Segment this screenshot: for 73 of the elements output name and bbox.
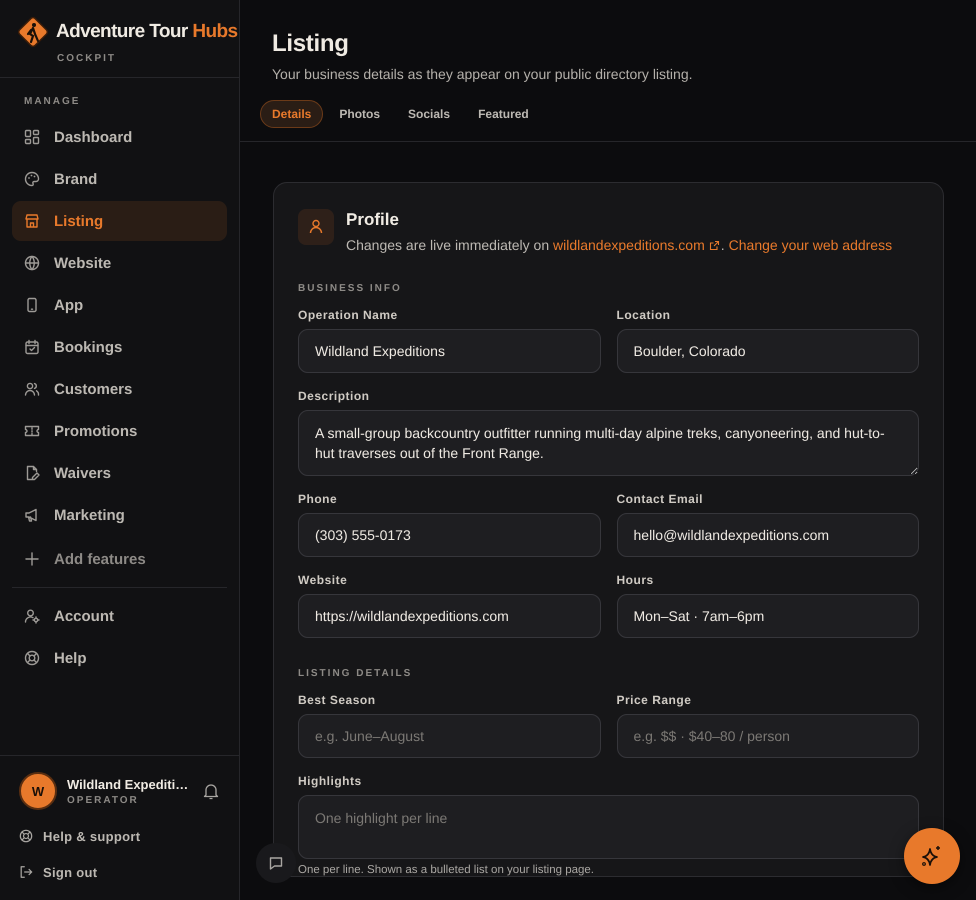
lifebuoy-icon xyxy=(19,829,33,843)
field-label: Phone xyxy=(298,492,338,506)
ticket-icon xyxy=(24,423,40,439)
field-label: Price Range xyxy=(616,693,692,707)
field-hint: One per line. Shown as a bulleted list on your listing page. xyxy=(298,864,595,876)
sidebar-item[interactable]: Website xyxy=(12,243,227,283)
card-note: Changes are live immediately on xyxy=(346,237,550,253)
field-label: Best Season xyxy=(298,693,377,707)
people-icon xyxy=(24,381,40,397)
text-area[interactable]: One highlight per line xyxy=(298,795,919,859)
brand-subtitle: COCKPIT xyxy=(57,53,117,64)
field-label: Highlights xyxy=(298,774,363,788)
user-role: OPERATOR xyxy=(67,794,140,806)
sidebar-item[interactable]: Marketing xyxy=(12,495,227,535)
tab[interactable]: Details xyxy=(260,100,324,128)
input-field[interactable]: e.g. $$ · $40–80 / person xyxy=(616,714,919,758)
sidebar-item[interactable]: Listing xyxy=(12,201,227,241)
speech-bubble-icon xyxy=(268,855,284,871)
plus-icon xyxy=(24,551,40,567)
sidebar-item[interactable]: Help xyxy=(12,638,227,678)
grid-icon xyxy=(24,129,40,145)
tab[interactable]: Photos xyxy=(327,100,392,128)
sign-out-link[interactable]: Sign out xyxy=(19,854,98,890)
globe-icon xyxy=(24,255,40,271)
help-support-link[interactable]: Help & support xyxy=(19,818,140,854)
field-label: Hours xyxy=(616,573,655,587)
store-icon xyxy=(24,213,40,229)
add-features-item[interactable]: Add features xyxy=(12,539,227,579)
sign-out-icon xyxy=(19,865,33,879)
section-heading: LISTING DETAILS xyxy=(298,668,414,679)
sidebar-item[interactable]: Bookings xyxy=(12,327,227,367)
calendar-check-icon xyxy=(24,339,40,355)
field-label: Operation Name xyxy=(298,308,399,322)
card-title: Profile xyxy=(346,210,400,230)
input-field[interactable]: https://wildlandexpeditions.com xyxy=(298,594,600,638)
input-field[interactable]: Mon–Sat · 7am–6pm xyxy=(616,594,919,638)
user-name: Wildland Expediti… xyxy=(67,776,187,792)
field-label: Location xyxy=(616,308,672,322)
text-area[interactable]: A small-group backcountry outfitter running multi-day alpine treks, canyoneering, and hut-to-hut traverses out of the Front Range. xyxy=(298,410,919,476)
palette-icon xyxy=(24,171,40,187)
change-address-link[interactable]: Change your web address xyxy=(728,237,892,253)
person-icon xyxy=(298,209,334,245)
section-heading: BUSINESS INFO xyxy=(298,283,403,294)
chat-button[interactable] xyxy=(256,843,296,883)
input-field[interactable]: Wildland Expeditions xyxy=(298,329,600,373)
sidebar-item[interactable]: Waivers xyxy=(12,453,227,493)
page-title: Listing xyxy=(272,30,350,58)
field-label: Contact Email xyxy=(616,492,704,506)
document-pen-icon xyxy=(24,465,40,481)
tab[interactable]: Socials xyxy=(396,100,462,128)
sidebar-item[interactable]: Dashboard xyxy=(12,117,227,157)
section-label: MANAGE xyxy=(24,96,82,107)
separator-text: . xyxy=(720,237,725,253)
external-link-icon xyxy=(708,240,720,250)
tab[interactable]: Featured xyxy=(466,100,541,128)
page-subtitle: Your business details as they appear on your public directory listing. xyxy=(272,66,694,82)
input-field[interactable]: Boulder, Colorado xyxy=(616,329,919,373)
input-field[interactable]: hello@wildlandexpeditions.com xyxy=(616,513,919,557)
user-gear-icon xyxy=(24,608,40,624)
input-field[interactable]: (303) 555-0173 xyxy=(298,513,600,557)
domain-link[interactable]: wildlandexpeditions.com xyxy=(553,237,705,253)
lifebuoy-icon xyxy=(24,650,40,666)
brand-name: Adventure Tour Hubs xyxy=(56,21,238,43)
sidebar-item[interactable]: Promotions xyxy=(12,411,227,451)
field-label: Website xyxy=(298,573,348,587)
sidebar-item[interactable]: Customers xyxy=(12,369,227,409)
sidebar-item[interactable]: App xyxy=(12,285,227,325)
sidebar-item[interactable]: Account xyxy=(12,596,227,636)
sidebar-item[interactable]: Brand xyxy=(12,159,227,199)
input-field[interactable]: e.g. June–August xyxy=(298,714,600,758)
bell-icon[interactable] xyxy=(203,782,219,800)
field-label: Description xyxy=(298,389,371,403)
avatar[interactable]: W xyxy=(19,772,57,810)
